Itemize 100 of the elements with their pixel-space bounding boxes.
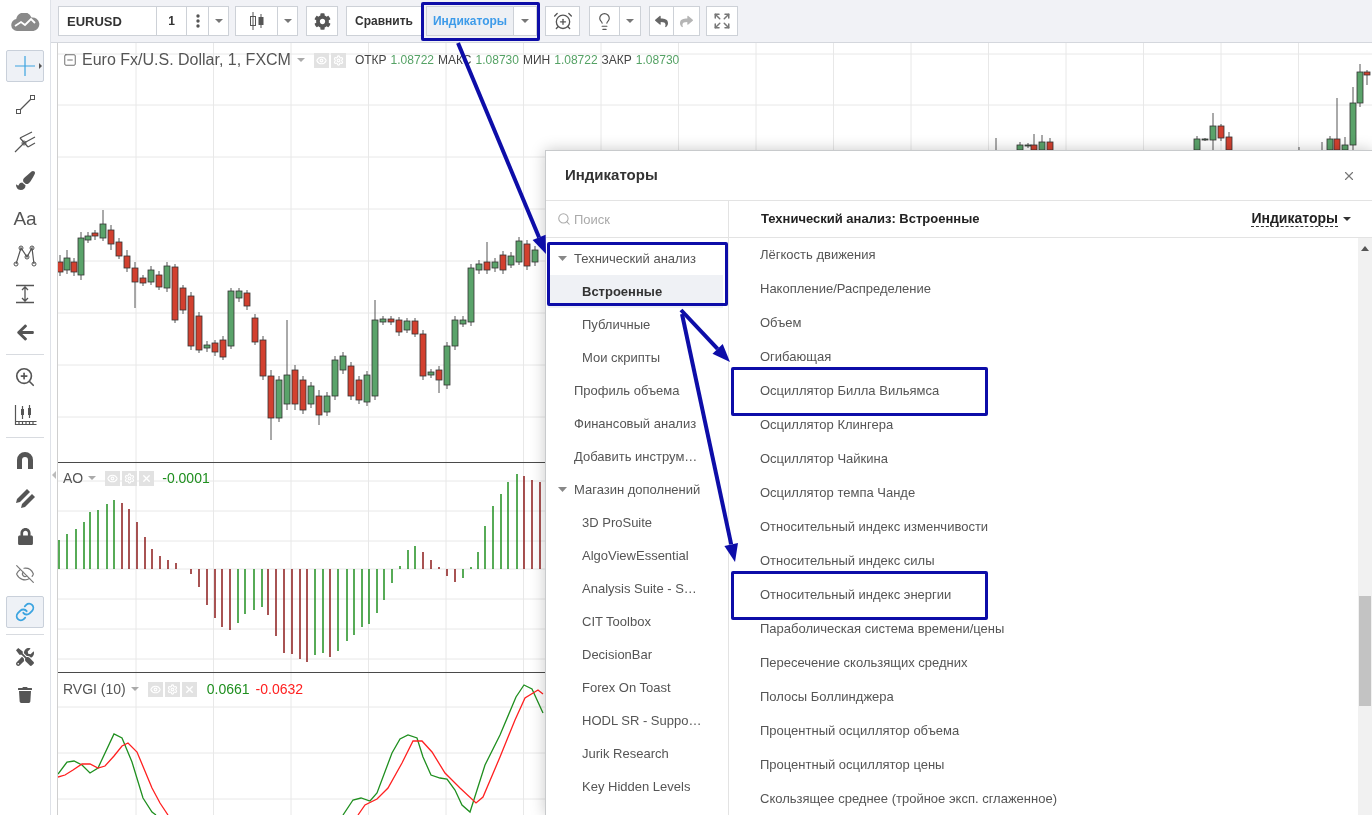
indicator-item[interactable]: Относительный индекс энергии — [729, 578, 1358, 612]
tree-item[interactable]: Key Hidden Levels — [548, 770, 723, 803]
indicator-item[interactable]: Осциллятор Чайкина — [729, 442, 1358, 476]
tree-item[interactable]: AlgoViewEssential — [548, 539, 723, 572]
chart-title: Euro Fx/U.S. Dollar, 1, FXCM — [82, 52, 291, 68]
fullscreen-icon — [713, 12, 731, 30]
interval-button[interactable]: 1 — [157, 6, 187, 36]
indicator-item[interactable]: Процентный осциллятор объема — [729, 714, 1358, 748]
indicator-item[interactable]: Осциллятор темпа Чанде — [729, 476, 1358, 510]
rising-candle — [491, 257, 499, 273]
ohlc-label: ОТКР — [354, 54, 387, 66]
scrollbar-thumb[interactable] — [1359, 596, 1371, 706]
collapse-icon[interactable] — [63, 53, 77, 67]
compare-button[interactable]: Сравнить — [346, 6, 422, 36]
falling-candle — [155, 270, 163, 291]
scroll-up-arrow-icon[interactable] — [1361, 246, 1369, 251]
tree-item[interactable]: Магазин дополнений — [548, 473, 723, 506]
link-tool-button[interactable] — [6, 596, 44, 628]
pitchfork-icon — [14, 131, 36, 153]
caret-icon — [283, 19, 292, 23]
tree-item[interactable]: 3D ProSuite — [548, 506, 723, 539]
falling-candle — [70, 257, 78, 277]
indicator-item[interactable]: Осциллятор Билла Вильямса — [729, 374, 1358, 408]
alarm-clock-plus-icon — [552, 11, 573, 31]
redo-icon — [680, 14, 693, 28]
indicator-title: RVGI (10) — [63, 682, 126, 696]
rising-candle — [1326, 135, 1334, 151]
tree-item[interactable]: Профиль объема — [548, 374, 723, 407]
indicator-value: -0.0632 — [255, 682, 304, 696]
filter-dropdown[interactable]: Индикаторы — [1251, 211, 1351, 227]
caret-icon — [521, 19, 529, 23]
rising-candle — [63, 249, 71, 275]
tree-item[interactable]: Analysis Suite - S… — [548, 572, 723, 605]
falling-candle — [315, 389, 323, 426]
ohlc-value: 1.08722 — [390, 54, 434, 66]
cloud-logo-icon — [10, 12, 40, 31]
caret-icon — [88, 476, 97, 480]
falling-candle — [483, 241, 491, 275]
tree-item[interactable]: Мои скрипты — [548, 341, 723, 374]
tree-item[interactable]: Финансовый анализ — [548, 407, 723, 440]
settings-button[interactable] — [306, 6, 338, 36]
indicator-value: 0.0661 — [206, 682, 250, 696]
fullscreen-button[interactable] — [706, 6, 738, 36]
trend-line-icon — [15, 94, 35, 114]
dialog-title: Индикаторы — [565, 165, 658, 186]
candle-wick — [1298, 146, 1300, 151]
tree-item[interactable]: DecisionBar — [548, 638, 723, 671]
ohlc-value: 1.08722 — [554, 54, 598, 66]
scrollbar-track[interactable] — [1358, 238, 1372, 815]
indicator-item[interactable]: Лёгкость движения — [729, 238, 1358, 272]
indicator-item[interactable]: Относительный индекс силы — [729, 544, 1358, 578]
rising-candle — [1038, 134, 1046, 151]
magnet-icon — [16, 451, 34, 469]
tree-item[interactable]: HODL SR - Suppo… — [548, 704, 723, 737]
tree-item[interactable]: Forex On Toast — [548, 671, 723, 704]
indicator-item[interactable]: Накопление/Распределение — [729, 272, 1358, 306]
text-tool-button[interactable]: Aa — [6, 202, 44, 234]
more-button[interactable] — [187, 6, 209, 36]
tree-item[interactable]: Публичные — [548, 308, 723, 341]
zoom-in-icon — [14, 366, 36, 388]
rising-candle — [531, 245, 539, 267]
rising-candle — [163, 261, 171, 293]
indicator-item[interactable]: Пересечение скользящих средних — [729, 646, 1358, 680]
pencils-icon — [15, 488, 35, 508]
search-icon — [557, 212, 571, 226]
caret-icon — [1343, 217, 1351, 221]
tree-item[interactable]: Технический анализ — [548, 242, 723, 275]
alert-button[interactable] — [545, 6, 580, 36]
rising-candle — [99, 209, 107, 242]
pattern-icon — [13, 245, 37, 267]
indicator-item[interactable]: Объем — [729, 306, 1358, 340]
symbol-field[interactable]: EURUSD — [58, 6, 157, 36]
chart-type-button[interactable] — [235, 6, 278, 36]
indicator-item[interactable]: Скользящее среднее (тройное эксп. сглаженное) — [729, 782, 1358, 815]
tree-item[interactable]: CIT Toolbox — [548, 605, 723, 638]
falling-candle — [243, 289, 251, 311]
indicator-item[interactable]: Полосы Боллинджера — [729, 680, 1358, 714]
candle-wick — [995, 137, 997, 151]
ohlc-value: 1.08730 — [475, 54, 519, 66]
indicator-item[interactable]: Осциллятор Клингера — [729, 408, 1358, 442]
falling-candle — [523, 239, 531, 271]
ohlc-value: 1.08730 — [635, 54, 680, 66]
caret-icon — [214, 19, 223, 23]
indicator-item[interactable]: Параболическая система времени/цены — [729, 612, 1358, 646]
tools-icon — [16, 648, 34, 666]
search-field[interactable]: Поиск — [574, 207, 714, 231]
indicator-item[interactable]: Относительный индекс изменчивости — [729, 510, 1358, 544]
undo-button[interactable] — [649, 6, 674, 36]
tree-item[interactable]: Добавить инструм… — [548, 440, 723, 473]
rising-candle — [307, 381, 315, 409]
falling-candle — [1363, 69, 1371, 86]
indicator-item[interactable]: Процентный осциллятор цены — [729, 748, 1358, 782]
measure-icon — [15, 284, 35, 304]
rising-candle — [427, 368, 435, 379]
tree-item[interactable]: Jurik Research — [548, 737, 723, 770]
ideas-button[interactable] — [589, 6, 620, 36]
ohlc-label: МИН — [522, 54, 551, 66]
caret-icon — [130, 687, 139, 691]
indicator-item[interactable]: Огибающая — [729, 340, 1358, 374]
caret-icon — [626, 19, 634, 23]
